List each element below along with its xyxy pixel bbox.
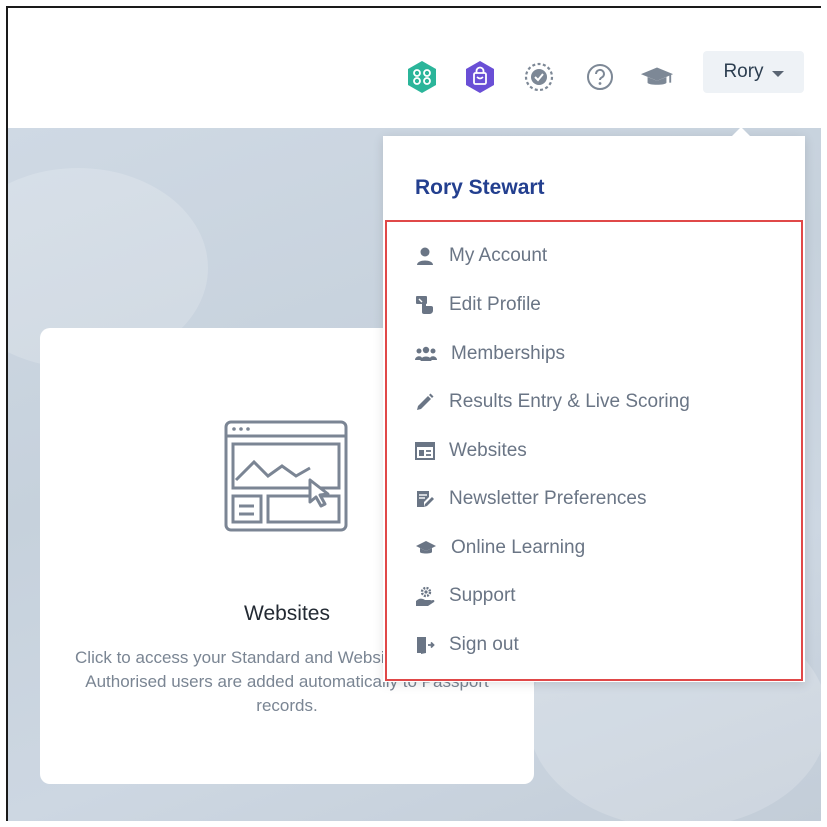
menu-item-memberships[interactable]: Memberships [415, 339, 565, 369]
caret-down-icon [771, 70, 784, 77]
menu-item-my-account[interactable]: My Account [415, 241, 547, 271]
newsletter-icon [417, 491, 434, 507]
menu-item-label: My Account [449, 245, 548, 266]
users-group-icon [415, 346, 437, 361]
dropdown-arrow [731, 127, 751, 137]
menu-item-label: Edit Profile [449, 294, 541, 315]
pencil-icon [417, 393, 434, 410]
app-window: Rory Websites Click to access your Stand… [6, 6, 821, 821]
website-illustration [224, 420, 348, 532]
user-menu-label: Rory [723, 61, 764, 82]
menu-item-support[interactable]: Support [415, 581, 516, 611]
help-icon[interactable] [583, 60, 617, 94]
edit-profile-icon [416, 296, 433, 314]
support-icon [416, 586, 435, 606]
menu-item-label: Support [449, 585, 516, 606]
progress-check-icon[interactable] [522, 60, 556, 94]
community-icon[interactable] [405, 60, 439, 94]
menu-item-label: Sign out [449, 634, 519, 655]
menu-item-label: Memberships [451, 343, 566, 364]
menu-item-online-learning[interactable]: Online Learning [415, 533, 585, 563]
sign-out-icon [417, 637, 435, 654]
menu-item-newsletter-preferences[interactable]: Newsletter Preferences [415, 484, 646, 514]
menu-item-label: Newsletter Preferences [449, 488, 647, 509]
user-full-name: Rory Stewart [415, 176, 545, 199]
menu-item-label: Results Entry & Live Scoring [449, 391, 690, 412]
menu-item-sign-out[interactable]: Sign out [415, 630, 519, 660]
website-layout-icon [415, 442, 435, 460]
menu-item-websites[interactable]: Websites [415, 436, 527, 466]
shop-bag-icon[interactable] [463, 60, 497, 94]
user-dropdown-menu: Rory Stewart My Account Edit Profile Mem… [383, 127, 805, 682]
graduation-cap-icon [416, 541, 436, 554]
menu-item-results-entry[interactable]: Results Entry & Live Scoring [415, 387, 690, 417]
top-navigation-bar: Rory [8, 8, 821, 128]
user-icon [417, 247, 433, 265]
user-menu-button[interactable]: Rory [703, 51, 804, 93]
menu-item-label: Websites [449, 440, 527, 461]
graduation-cap-icon[interactable] [640, 60, 674, 94]
menu-item-label: Online Learning [451, 537, 586, 558]
menu-item-edit-profile[interactable]: Edit Profile [415, 290, 541, 320]
